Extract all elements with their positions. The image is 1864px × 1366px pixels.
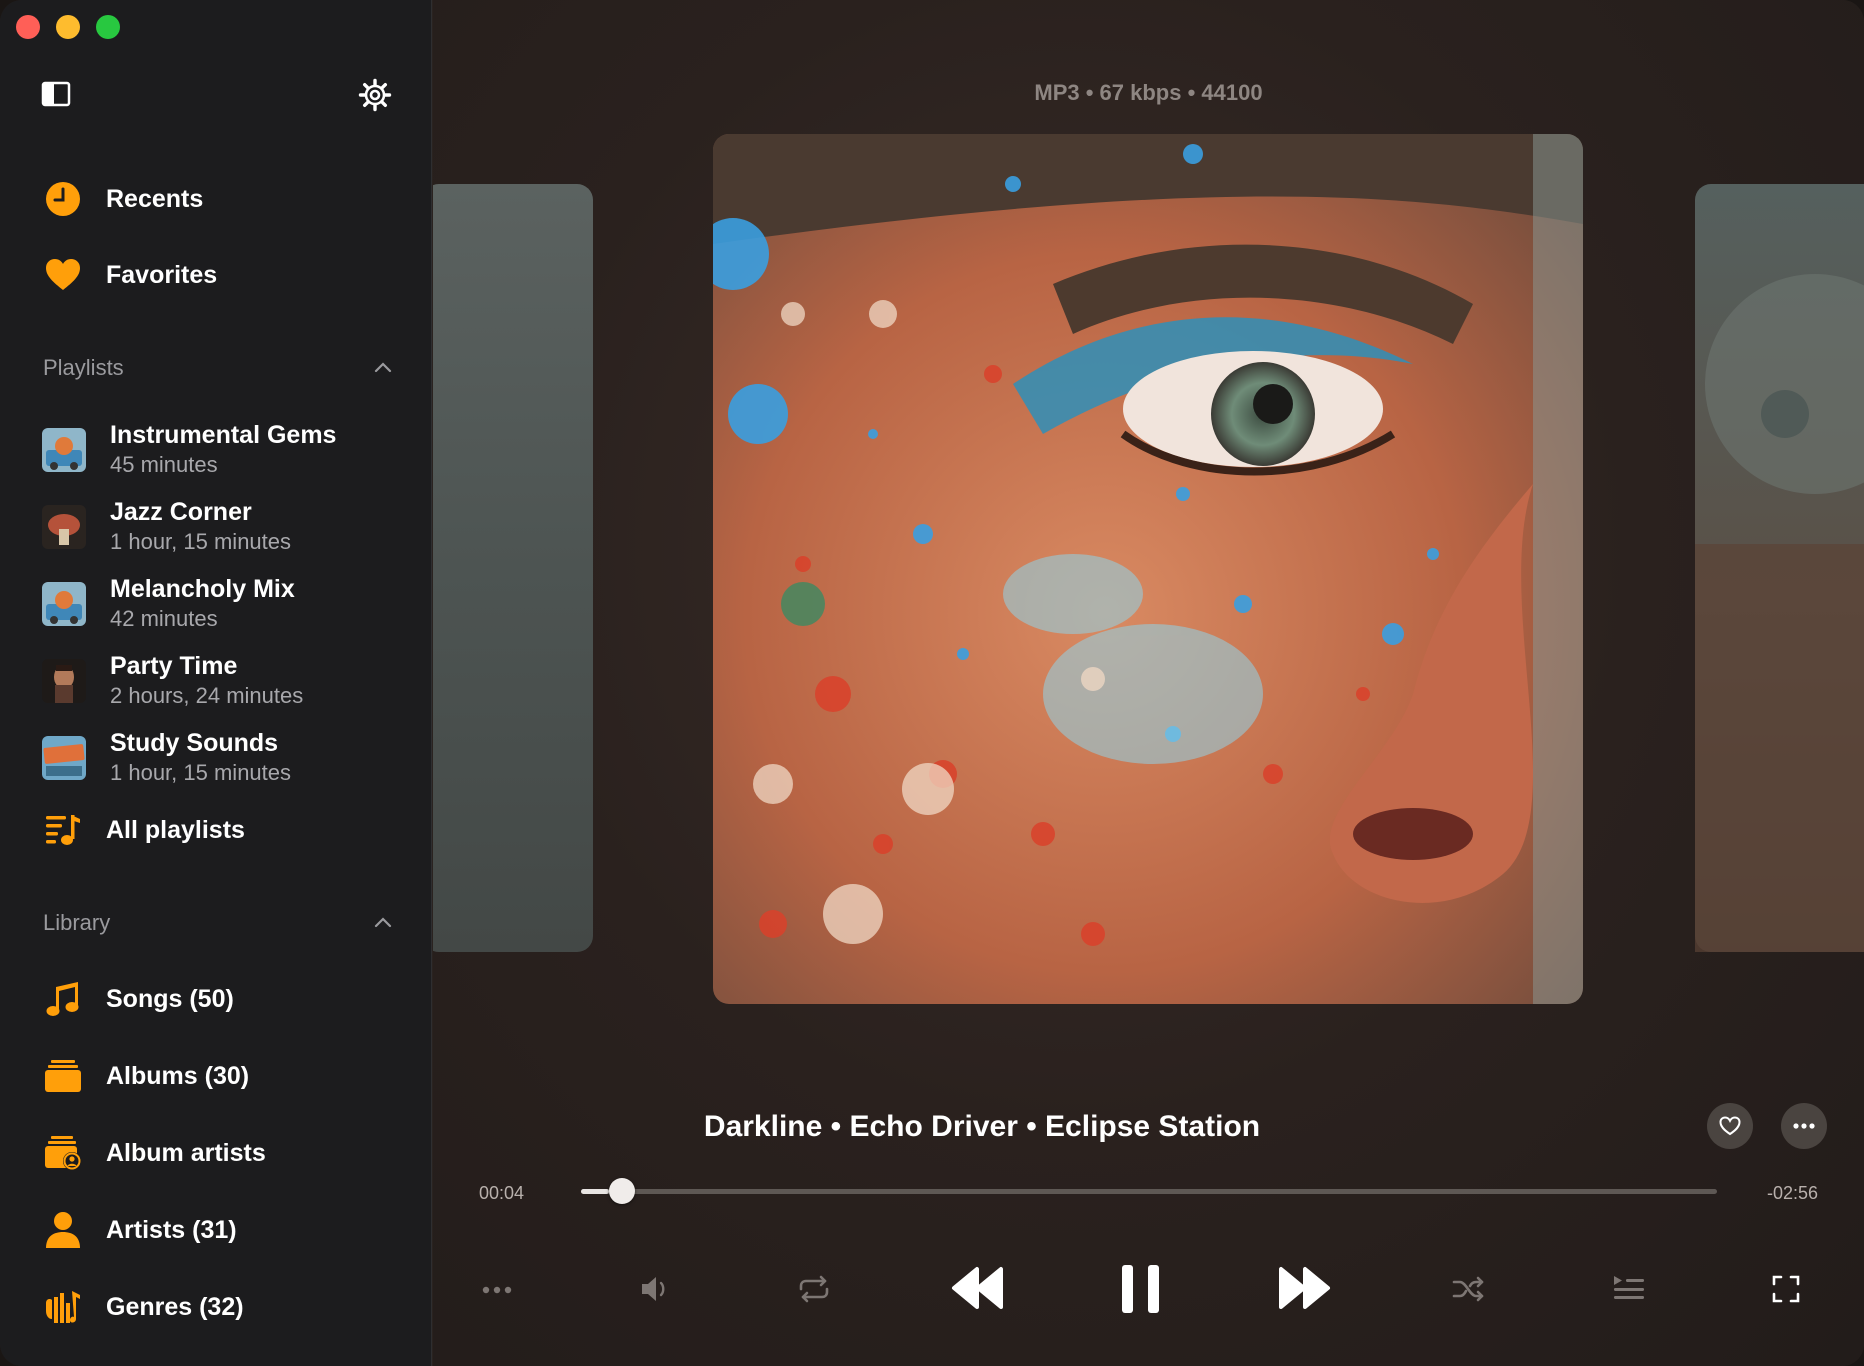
playlist-title: Party Time [110,652,238,680]
sidebar-item-recents[interactable]: Recents [44,177,203,221]
clock-icon [44,180,82,218]
library-section-header[interactable]: Library [43,908,393,938]
playlists-section-header[interactable]: Playlists [43,353,393,383]
sidebar-item-all-playlists[interactable]: All playlists [44,808,245,852]
previous-album-art[interactable] [433,184,593,952]
repeat-button[interactable] [794,1270,834,1308]
playlist-thumbnail [42,659,86,703]
previous-track-button[interactable] [949,1262,1007,1314]
progress-bar[interactable] [581,1178,1717,1204]
pause-button[interactable] [1119,1262,1163,1316]
ellipsis-icon [1793,1123,1815,1129]
sidebar-item-label: Album artists [106,1138,266,1167]
playlist-title: Melancholy Mix [110,575,295,603]
sidebar-item-artists[interactable]: Artists (31) [44,1208,237,1252]
playlist-title: Study Sounds [110,729,279,757]
format-info: MP3 • 67 kbps • 44100 [1034,80,1263,105]
remaining-time: -02:56 [1767,1183,1819,1203]
playlist-item[interactable]: Study Sounds 1 hour, 15 minutes [42,729,291,787]
genres-icon [44,1288,82,1326]
playlist-duration: 1 hour, 15 minutes [110,529,292,554]
sidebar: Recents Favorites Playlists Instrumental… [0,0,432,1366]
heart-icon [44,256,82,294]
window-controls [16,15,120,39]
sidebar-item-label: All playlists [106,815,245,844]
sidebar-item-label: Artists (31) [106,1215,237,1244]
elapsed-time: 00:04 [479,1183,525,1203]
next-track-button[interactable] [1275,1262,1333,1314]
playlist-icon [44,811,82,849]
zoom-window-button[interactable] [96,15,120,39]
repeat-icon [799,1275,829,1303]
rewind-icon [952,1267,1003,1309]
library-header-label: Library [43,910,111,935]
music-note-icon [44,980,82,1018]
playlist-item[interactable]: Melancholy Mix 42 minutes [42,575,295,633]
playlist-title: Instrumental Gems [110,421,337,449]
sidebar-item-albums[interactable]: Albums (30) [44,1054,249,1098]
heart-outline-icon [1719,1116,1741,1136]
playlist-item[interactable]: Party Time 2 hours, 24 minutes [42,652,303,710]
playlist-item[interactable]: Jazz Corner 1 hour, 15 minutes [42,498,291,556]
chevron-up-icon[interactable] [373,913,393,933]
playlist-thumbnail [42,505,86,549]
sidebar-item-album-artists[interactable]: Album artists [44,1131,266,1175]
playlist-duration: 1 hour, 15 minutes [110,760,292,785]
next-album-art[interactable] [1695,184,1864,952]
player-area: MP3 • 67 kbps • 44100 Darkline • Echo Dr… [433,0,1864,1366]
shuffle-button[interactable] [1449,1270,1489,1308]
close-window-button[interactable] [16,15,40,39]
playlist-duration: 2 hours, 24 minutes [110,683,304,708]
playlist-thumbnail [42,736,86,780]
playlist-thumbnail [42,428,86,472]
album-art [713,134,1583,1004]
sidebar-item-genres[interactable]: Genres (32) [44,1285,244,1329]
fast-forward-icon [1279,1267,1330,1309]
pause-icon [1122,1265,1159,1313]
person-icon [44,1211,82,1249]
playlist-item[interactable]: Instrumental Gems 45 minutes [42,421,336,479]
playlist-title: Jazz Corner [110,498,252,526]
progress-fill [581,1189,610,1194]
minimize-window-button[interactable] [56,15,80,39]
speaker-icon [642,1277,665,1301]
sidebar-item-label: Albums (30) [106,1061,250,1090]
volume-button[interactable] [637,1270,675,1308]
playlist-thumbnail [42,582,86,626]
expand-icon [1772,1275,1800,1303]
playlist-duration: 45 minutes [110,452,218,477]
playlist-duration: 42 minutes [110,606,218,631]
sidebar-item-label: Genres (32) [106,1292,244,1321]
progress-knob[interactable] [609,1178,636,1204]
favorite-button[interactable] [1707,1103,1753,1149]
ellipsis-icon [482,1286,512,1294]
chevron-up-icon[interactable] [373,358,393,378]
album-stack-icon [44,1057,82,1095]
sidebar-item-label: Recents [106,184,204,213]
fullscreen-button[interactable] [1769,1272,1803,1306]
playlists-header-label: Playlists [43,355,124,380]
more-actions-button[interactable] [479,1272,515,1308]
track-info: Darkline • Echo Driver • Eclipse Station [703,1110,1261,1143]
sidebar-item-favorites[interactable]: Favorites [44,253,217,297]
gear-icon[interactable] [358,78,392,112]
sidebar-item-label: Songs (50) [106,984,234,1013]
app-window: Recents Favorites Playlists Instrumental… [0,0,1864,1366]
queue-button[interactable] [1609,1270,1649,1306]
sidebar-item-label: Favorites [106,260,218,289]
sidebar-item-songs[interactable]: Songs (50) [44,977,234,1021]
more-options-button[interactable] [1781,1103,1827,1149]
shuffle-icon [1452,1276,1484,1302]
album-artist-icon [44,1134,82,1172]
sidebar-toggle-icon[interactable] [41,81,71,107]
queue-list-icon [1614,1276,1644,1299]
